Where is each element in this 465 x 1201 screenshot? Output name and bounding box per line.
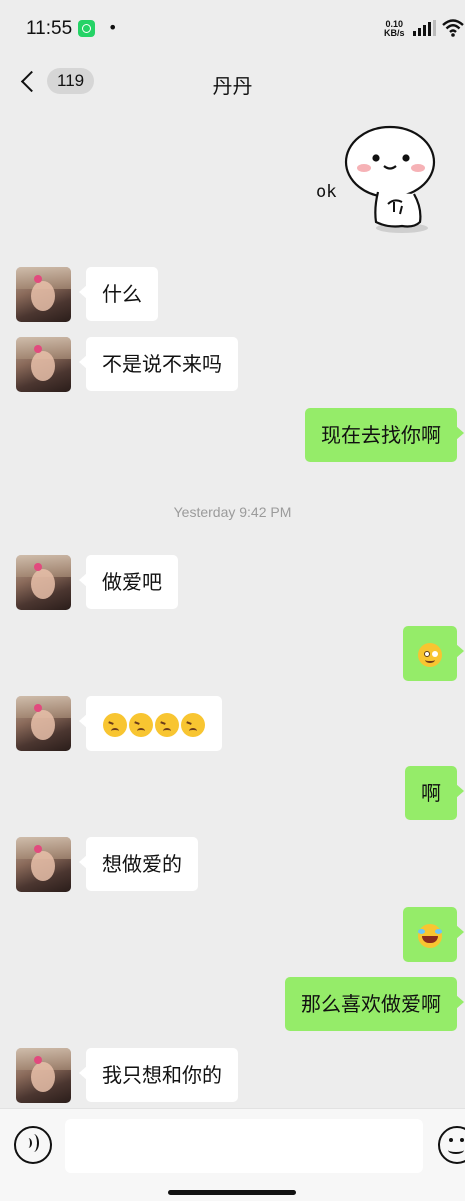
received-message[interactable]: 做爱吧 (79, 555, 178, 609)
message-text: 做爱吧 (102, 570, 162, 594)
sent-message[interactable] (403, 626, 464, 681)
received-message[interactable]: 我只想和你的 (79, 1048, 238, 1102)
contact-avatar[interactable] (16, 267, 71, 322)
sent-message[interactable] (403, 907, 464, 962)
status-bar: 11:55 • 0.10 KB/s (0, 0, 465, 58)
message-text: 什么 (102, 282, 142, 306)
message-text: 不是说不来吗 (102, 352, 222, 376)
message-text: 我只想和你的 (102, 1063, 222, 1087)
received-message[interactable]: 不是说不来吗 (79, 337, 238, 391)
sent-message[interactable]: 啊 (405, 766, 464, 820)
sent-message[interactable]: 现在去找你啊 (305, 408, 464, 462)
sweat-emoji-icon (155, 712, 179, 737)
message-list[interactable]: ok 什么 不是说不来吗 现在去找你啊 Yesterday 9:42 PM 做爱… (0, 110, 465, 1110)
contact-avatar[interactable] (16, 555, 71, 610)
contact-avatar[interactable] (16, 696, 71, 751)
contact-avatar[interactable] (16, 837, 71, 892)
signal-icon (413, 20, 436, 36)
sticker-ok-bun[interactable] (310, 118, 440, 238)
contact-avatar[interactable] (16, 337, 71, 392)
message-text: 那么喜欢做爱啊 (301, 992, 441, 1016)
emoji-icon[interactable] (438, 1126, 465, 1164)
contact-avatar[interactable] (16, 1048, 71, 1103)
sweat-emoji-icon (181, 712, 205, 737)
input-bar (0, 1108, 465, 1201)
sticker-ok-text: ok (316, 182, 337, 202)
wifi-icon (442, 19, 464, 37)
notification-dot: • (108, 18, 118, 37)
received-message[interactable]: 想做爱的 (79, 837, 198, 891)
voice-icon[interactable] (14, 1126, 52, 1164)
received-message[interactable] (79, 696, 222, 751)
message-text: 现在去找你啊 (321, 423, 441, 447)
sweat-emoji-icon (129, 712, 153, 737)
message-text: 想做爱的 (102, 852, 182, 876)
sent-message[interactable]: 那么喜欢做爱啊 (285, 977, 464, 1031)
received-message[interactable]: 什么 (79, 267, 158, 321)
message-input[interactable] (65, 1119, 423, 1173)
status-time: 11:55 (26, 18, 73, 39)
chat-header: 119 丹丹 (0, 58, 465, 110)
chat-title: 丹丹 (212, 74, 253, 98)
home-indicator[interactable] (168, 1190, 296, 1195)
network-speed: 0.10 KB/s (384, 20, 405, 38)
whatsapp-icon (78, 20, 95, 37)
timestamp: Yesterday 9:42 PM (173, 504, 292, 520)
network-speed-unit: KB/s (384, 28, 405, 38)
sweat-emoji-icon (103, 712, 127, 737)
message-text: 啊 (421, 781, 441, 805)
laugh-emoji-icon (418, 923, 442, 948)
smile-emoji-icon (418, 642, 442, 667)
